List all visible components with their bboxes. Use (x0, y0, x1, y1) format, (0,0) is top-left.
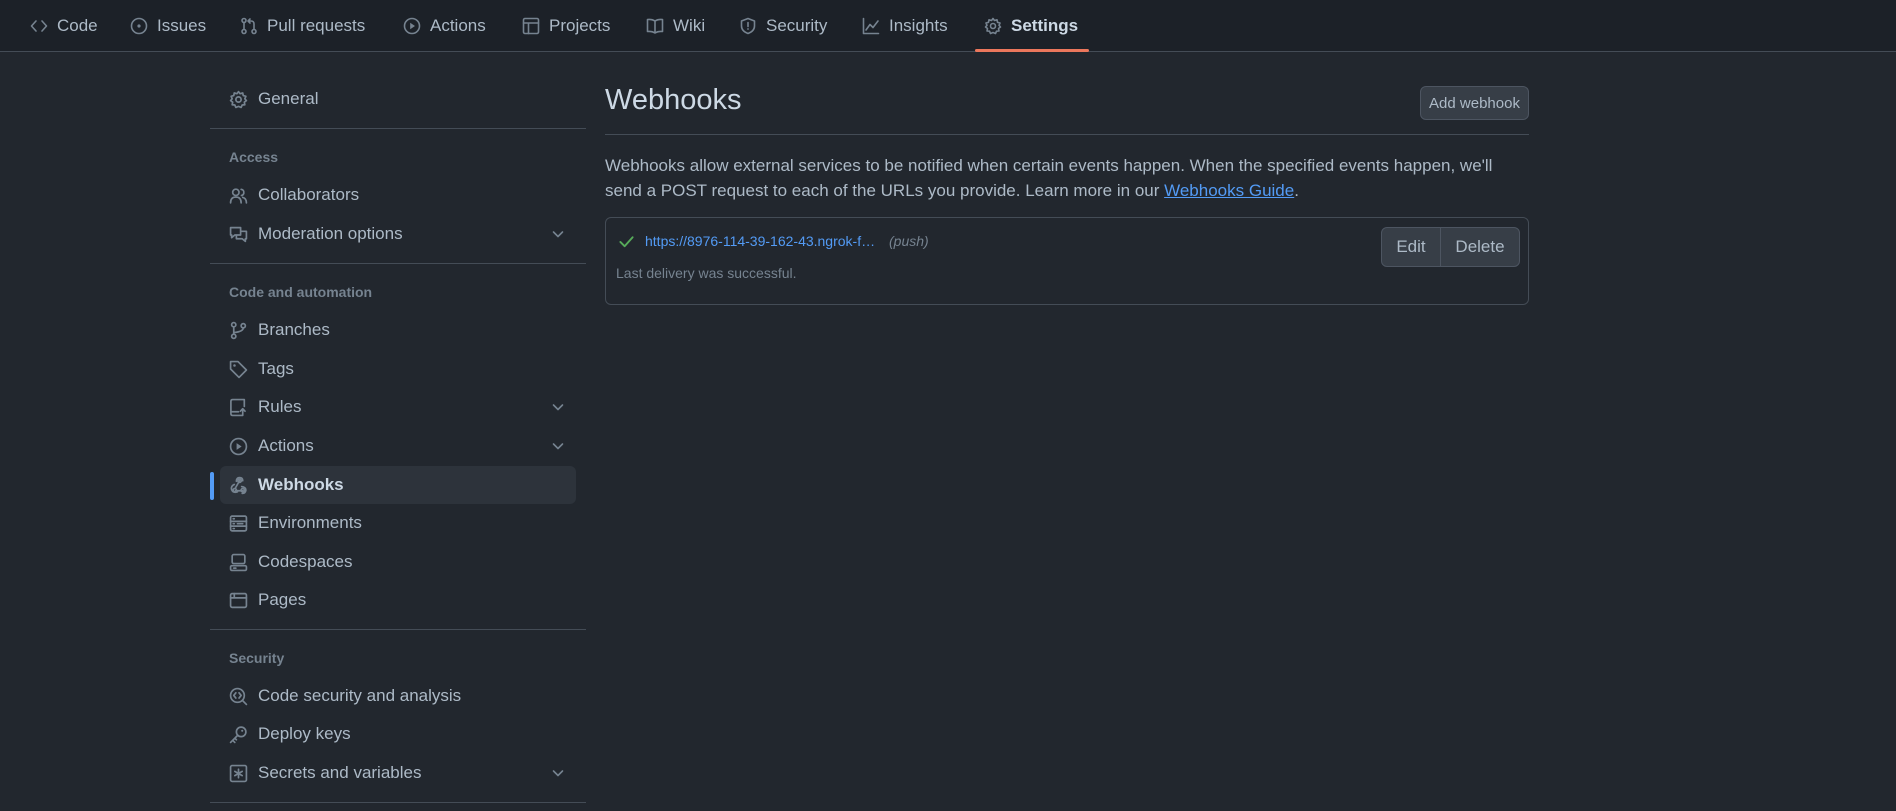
sidebar-item-label: Webhooks (258, 475, 344, 494)
code-icon (30, 19, 48, 32)
selected-tab-underline (975, 49, 1089, 52)
tab-pull-requests[interactable]: Pull requests (236, 0, 369, 51)
tab-label: Insights (889, 15, 948, 35)
tab-actions[interactable]: Actions (399, 0, 490, 51)
tab-label: Projects (549, 15, 611, 35)
sidebar-divider (210, 263, 586, 264)
webhooks-description: Webhooks allow external services to be n… (605, 153, 1533, 203)
sidebar-item-webhooks[interactable]: Webhooks (220, 466, 576, 504)
sidebar-item-label: Deploy keys (258, 724, 351, 743)
play-icon (229, 437, 248, 455)
table-icon (522, 17, 540, 34)
webhook-url-link[interactable]: https://8976-114-39-162-43.ngrok-f… (645, 233, 875, 249)
sidebar-item-label: Collaborators (258, 185, 360, 204)
sidebar-item-deploy-keys[interactable]: Deploy keys (220, 715, 576, 753)
play-icon (403, 17, 421, 34)
sidebar-item-moderation-options[interactable]: Moderation options (220, 215, 576, 253)
sidebar-item-actions[interactable]: Actions (220, 427, 576, 465)
sidebar-item-pages[interactable]: Pages (220, 581, 576, 619)
tab-settings[interactable]: Settings (980, 0, 1082, 51)
tab-issues[interactable]: Issues (126, 0, 210, 51)
issue-icon (130, 17, 148, 34)
shield-icon (740, 17, 756, 34)
tab-label: Settings (1011, 15, 1079, 35)
sidebar-item-code-security[interactable]: Code security and analysis (220, 677, 576, 715)
sidebar-divider (210, 802, 586, 803)
description-text: Webhooks allow external services to be n… (605, 156, 1493, 200)
sidebar-item-label: Environments (258, 513, 362, 532)
sidebar-item-label: Pages (258, 590, 307, 609)
webhook-delivery-status: Last delivery was successful. (616, 265, 797, 281)
sidebar-item-label: Moderation options (258, 224, 403, 243)
add-webhook-button[interactable]: Add webhook (1420, 86, 1529, 120)
people-icon (229, 187, 248, 204)
tab-wiki[interactable]: Wiki (642, 0, 709, 51)
tab-label: Pull requests (267, 15, 366, 35)
sidebar-item-codespaces[interactable]: Codespaces (220, 543, 576, 581)
repo-push-icon (230, 398, 246, 416)
webhook-icon (230, 476, 247, 494)
webhook-events: (push) (889, 233, 929, 249)
webhook-actions: Edit Delete (1381, 227, 1520, 267)
sidebar-item-secrets-variables[interactable]: Secrets and variables (220, 754, 576, 792)
active-item-indicator (210, 472, 214, 500)
chevron-down-icon[interactable] (550, 226, 566, 242)
sidebar-item-collaborators[interactable]: Collaborators (220, 176, 576, 214)
codespaces-icon (229, 553, 248, 571)
chevron-down-icon[interactable] (550, 438, 566, 454)
sidebar-item-label: Actions (258, 436, 314, 455)
codescan-icon (229, 687, 248, 705)
sidebar-item-branches[interactable]: Branches (220, 311, 576, 349)
asterisk-icon (229, 764, 248, 782)
gear-icon (229, 90, 248, 108)
pull-request-icon (241, 17, 257, 34)
tab-label: Code (57, 15, 98, 35)
sidebar-item-label: Tags (258, 359, 294, 378)
sidebar-item-general[interactable]: General (220, 80, 576, 118)
graph-icon (862, 17, 880, 34)
tab-code[interactable]: Code (26, 0, 102, 51)
browser-icon (229, 592, 248, 608)
tab-label: Actions (430, 15, 486, 35)
edit-webhook-button[interactable]: Edit (1382, 228, 1441, 266)
sidebar-item-environments[interactable]: Environments (220, 504, 576, 542)
webhook-list-item: https://8976-114-39-162-43.ngrok-f… (pus… (605, 217, 1529, 305)
sidebar-item-tags[interactable]: Tags (220, 350, 576, 388)
gear-icon (984, 17, 1002, 34)
sidebar-item-label: Rules (258, 397, 302, 416)
tab-label: Issues (157, 15, 207, 35)
git-branch-icon (230, 321, 247, 339)
title-divider (605, 134, 1529, 135)
comment-discussion-icon (229, 226, 248, 242)
page-title: Webhooks (605, 84, 742, 116)
tab-security[interactable]: Security (735, 0, 831, 51)
tab-label: Wiki (673, 15, 706, 35)
description-end: . (1294, 181, 1299, 200)
sidebar-heading-security: Security (229, 650, 285, 666)
book-icon (646, 18, 664, 34)
sidebar-heading-code-automation: Code and automation (229, 284, 373, 300)
tab-label: Security (766, 15, 828, 35)
repo-nav: Code Issues Pull requests Actions Projec… (0, 0, 1896, 52)
sidebar-item-label: Codespaces (258, 552, 353, 571)
sidebar-heading-access: Access (229, 149, 279, 165)
sidebar-divider (210, 128, 586, 129)
chevron-down-icon[interactable] (550, 765, 566, 781)
check-icon (619, 236, 634, 248)
chevron-down-icon[interactable] (550, 399, 566, 415)
sidebar-item-label: Branches (258, 320, 330, 339)
webhooks-guide-link[interactable]: Webhooks Guide (1164, 181, 1294, 200)
sidebar-item-label: Secrets and variables (258, 763, 422, 782)
delete-webhook-button[interactable]: Delete (1441, 228, 1519, 266)
sidebar-item-label: General (258, 89, 319, 108)
key-icon (229, 725, 247, 743)
sidebar-item-rules[interactable]: Rules (220, 388, 576, 426)
tab-insights[interactable]: Insights (858, 0, 952, 51)
tag-icon (229, 360, 248, 378)
server-icon (229, 514, 248, 532)
sidebar-divider (210, 629, 586, 630)
tab-projects[interactable]: Projects (518, 0, 614, 51)
sidebar-item-label: Code security and analysis (258, 686, 462, 705)
